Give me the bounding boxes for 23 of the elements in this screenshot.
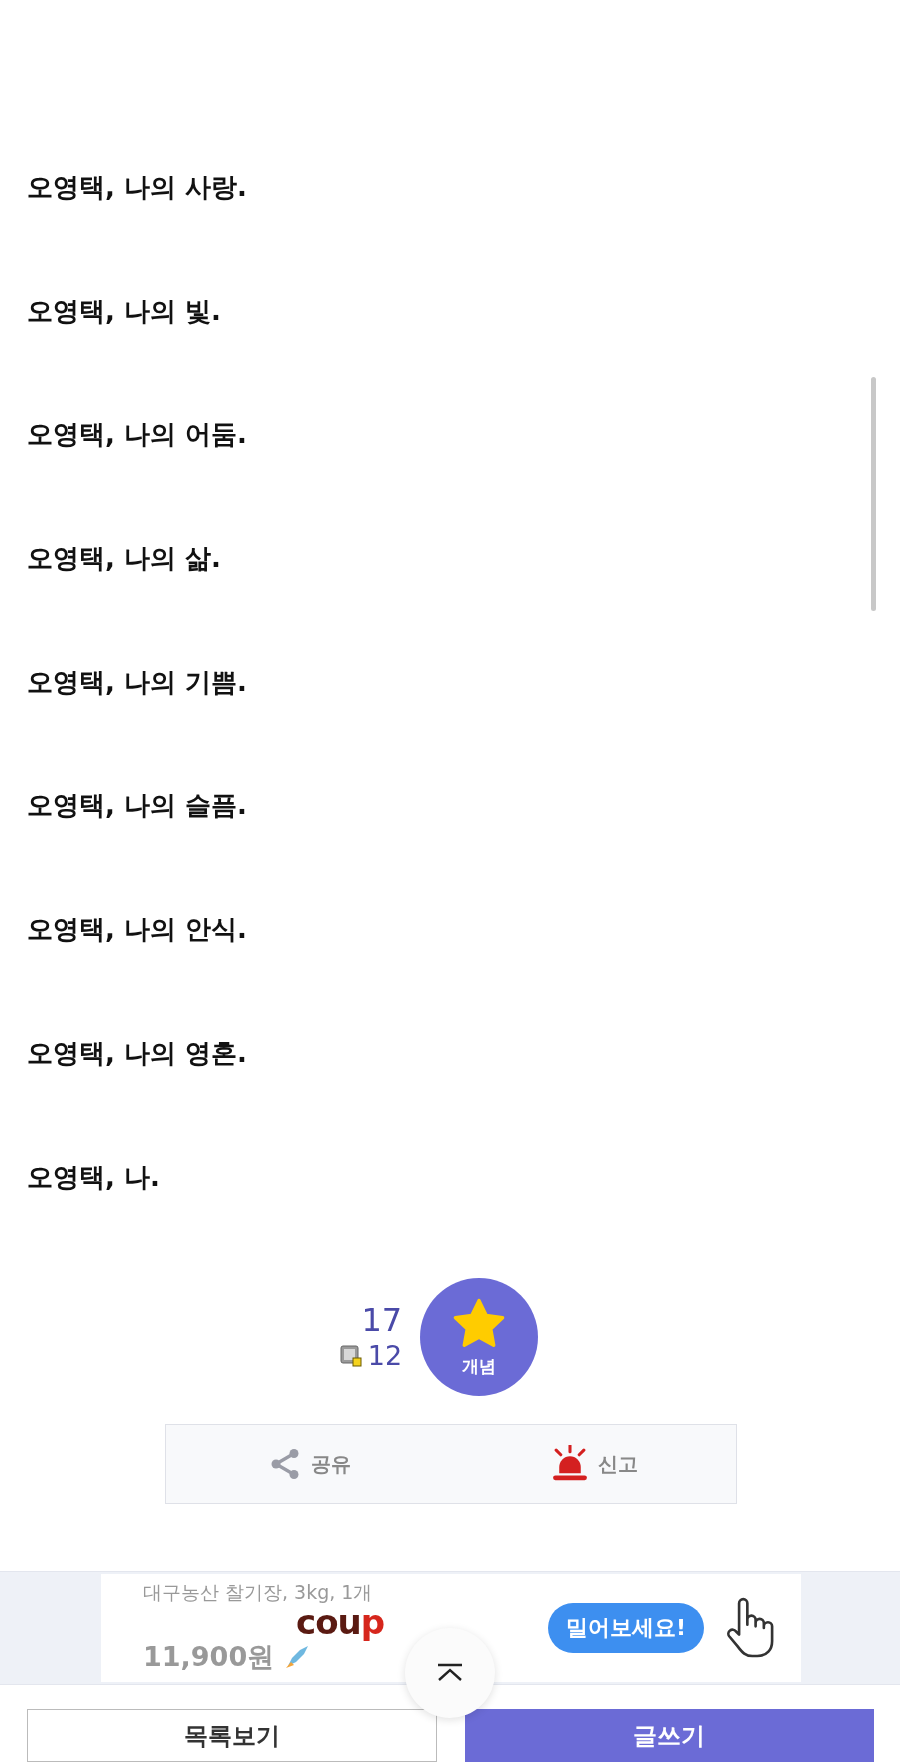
scrollbar[interactable] xyxy=(871,377,876,611)
post-text: 오영택, 나의 영혼. xyxy=(27,1036,247,1070)
product-name: 대구농산 찰기장, 3kg, 1개 xyxy=(143,1580,373,1605)
report-button[interactable]: 신고 xyxy=(451,1425,736,1504)
list-button[interactable]: 목록보기 xyxy=(27,1709,437,1763)
caret-up-icon xyxy=(435,1663,465,1683)
product-price: 11,900원 xyxy=(143,1640,275,1675)
speech-bubble: 밀어보세요! xyxy=(548,1603,705,1654)
coupang-logo: coup xyxy=(296,1602,385,1643)
post-text: 오영택, 나의 안식. xyxy=(27,913,247,947)
post-text: 오영택, 나의 사랑. xyxy=(27,171,247,204)
write-button[interactable]: 글쓰기 xyxy=(464,1709,874,1763)
ad-banner[interactable]: 대구농산 찰기장, 3kg, 1개 11,900원 coup 밀어보세요! xyxy=(101,1574,801,1683)
share-button[interactable]: 공유 xyxy=(166,1425,451,1504)
post-text: 오영택, 나. xyxy=(27,1160,160,1194)
post-text: 오영택, 나의 빛. xyxy=(27,294,221,328)
post-text: 오영택, 나의 슬픔. xyxy=(27,789,247,823)
post-text: 오영택, 나의 삶. xyxy=(27,542,221,576)
recommend-button[interactable]: 개념 xyxy=(420,1278,539,1397)
mobile-vote-count: 12 xyxy=(367,1339,403,1374)
vote-count: 17 xyxy=(361,1301,403,1340)
post-text: 오영택, 나의 기쁨. xyxy=(27,665,247,699)
post-text: 오영택, 나의 어둠. xyxy=(27,418,247,452)
